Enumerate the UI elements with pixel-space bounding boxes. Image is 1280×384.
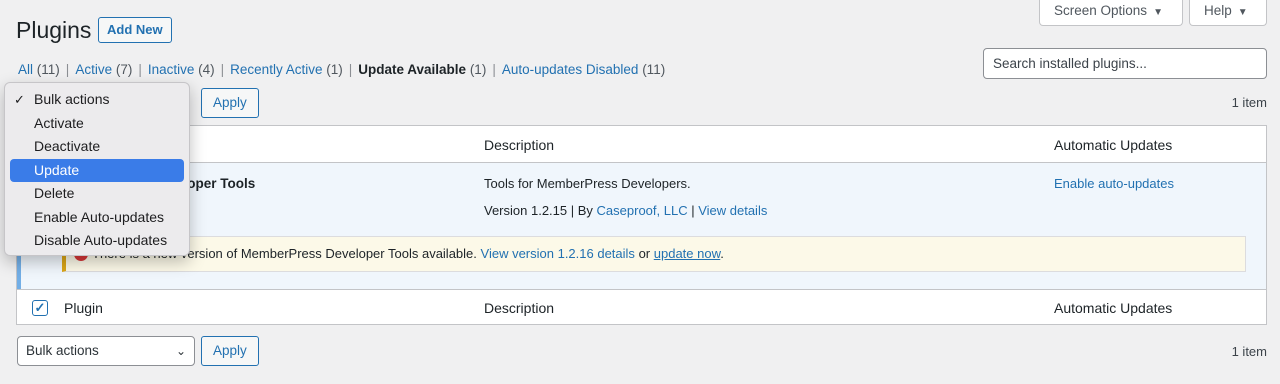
view-version-details-link[interactable]: View version 1.2.16 details <box>481 246 635 261</box>
filter-recently-active[interactable]: Recently Active (1) <box>230 62 343 77</box>
menu-item-enable-auto-updates[interactable]: Enable Auto-updates <box>10 206 184 230</box>
help-button[interactable]: Help ▼ <box>1189 0 1267 26</box>
menu-item-disable-auto-updates[interactable]: Disable Auto-updates <box>10 229 184 253</box>
update-now-link[interactable]: update now <box>654 246 721 261</box>
caret-down-icon: ▼ <box>1237 7 1248 18</box>
filter-auto-updates-disabled[interactable]: Auto-updates Disabled (11) <box>502 62 665 77</box>
bulk-actions-select-bottom[interactable]: Bulk actions ⌄ <box>17 336 195 366</box>
menu-item-activate[interactable]: Activate <box>10 112 184 136</box>
menu-item-bulk-actions[interactable]: ✓ Bulk actions <box>10 88 184 112</box>
item-count-top: 1 item <box>1231 95 1267 110</box>
add-new-button[interactable]: Add New <box>98 17 172 43</box>
item-count-bottom: 1 item <box>1231 344 1267 359</box>
bulk-actions-menu: ✓ Bulk actions Activate Deactivate Update… <box>4 82 190 256</box>
plugin-filters: All (11) | Active (7) | Inactive (4) | Recentl… <box>18 62 666 77</box>
filter-update-available[interactable]: Update Available (1) <box>358 62 486 77</box>
update-notice: There is a new version of MemberPress De… <box>62 236 1246 272</box>
filter-all[interactable]: All (11) <box>18 62 60 77</box>
column-header-description: Description <box>484 137 555 153</box>
apply-button-bottom[interactable]: Apply <box>201 336 259 366</box>
plugin-description: Tools for MemberPress Developers. <box>484 176 691 191</box>
enable-auto-updates-link[interactable]: Enable auto-updates <box>1054 176 1174 191</box>
author-link[interactable]: Caseproof, LLC <box>597 203 688 218</box>
column-footer-plugin: Plugin <box>64 300 103 316</box>
apply-button-top[interactable]: Apply <box>201 88 259 118</box>
help-label: Help <box>1204 3 1232 18</box>
footer-divider <box>17 289 1266 290</box>
menu-item-deactivate[interactable]: Deactivate <box>10 135 184 159</box>
column-footer-description: Description <box>484 300 555 316</box>
column-footer-auto-updates: Automatic Updates <box>1054 300 1173 316</box>
menu-item-update[interactable]: Update <box>10 158 184 182</box>
view-details-link[interactable]: View details <box>698 203 767 218</box>
chevron-down-icon: ⌄ <box>175 344 186 358</box>
column-header-auto-updates: Automatic Updates <box>1054 137 1173 153</box>
filter-inactive[interactable]: Inactive (4) <box>148 62 215 77</box>
filter-active[interactable]: Active (7) <box>75 62 132 77</box>
page-title: Plugins <box>16 17 92 43</box>
screen-options-label: Screen Options <box>1054 3 1148 18</box>
caret-down-icon: ▼ <box>1153 7 1163 18</box>
select-all-checkbox[interactable]: ✓ <box>32 300 48 316</box>
checkmark-icon: ✓ <box>14 92 25 107</box>
search-plugins-input[interactable] <box>983 48 1267 79</box>
plugin-meta: Version 1.2.15 | By Caseproof, LLC | Vie… <box>484 203 768 218</box>
menu-item-delete[interactable]: Delete <box>10 182 184 206</box>
screen-options-button[interactable]: Screen Options ▼ <box>1039 0 1183 26</box>
bulk-actions-label: Bulk actions <box>26 343 99 358</box>
plugins-table: Description Automatic Updates eloper Too… <box>16 125 1267 325</box>
